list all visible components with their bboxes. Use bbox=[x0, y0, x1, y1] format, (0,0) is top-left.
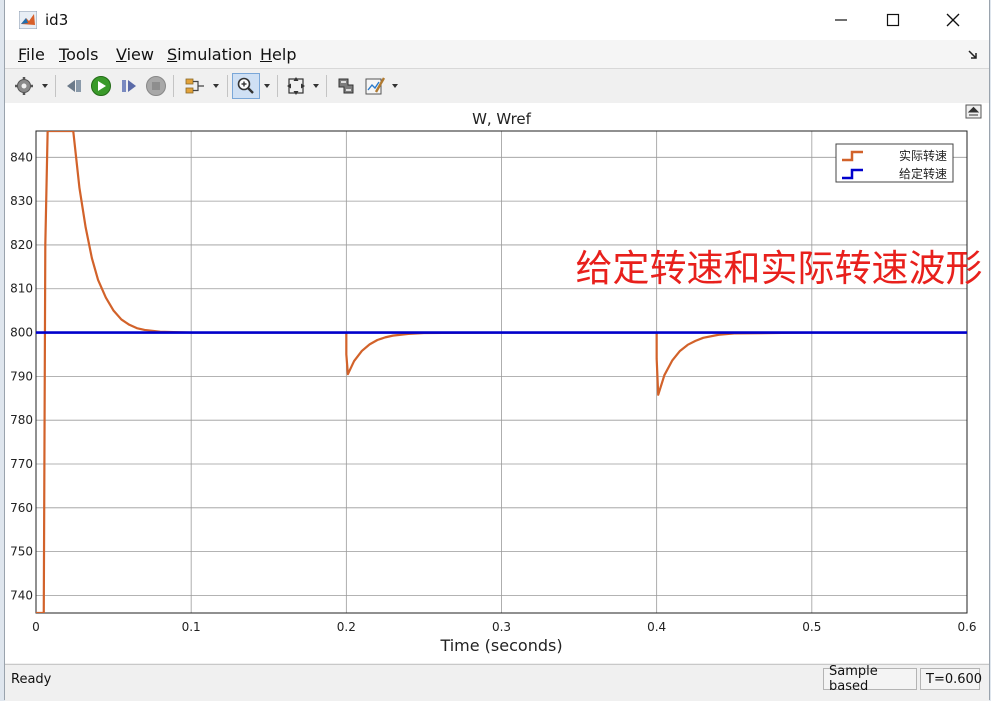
stop-icon bbox=[146, 76, 166, 96]
x-tick-label: 0 bbox=[32, 620, 40, 634]
step-forward-icon bbox=[122, 80, 136, 92]
configuration-icon bbox=[15, 77, 33, 95]
step-back-button[interactable] bbox=[62, 73, 86, 99]
zoom-button[interactable] bbox=[232, 73, 260, 99]
menu-simulation[interactable]: Simulation bbox=[167, 45, 252, 64]
x-axis-label: Time (seconds) bbox=[439, 636, 562, 655]
stop-button[interactable] bbox=[144, 73, 168, 99]
minimize-button[interactable] bbox=[827, 8, 855, 32]
y-tick-label: 770 bbox=[10, 457, 33, 471]
signal-selector-dropdown-icon[interactable] bbox=[213, 84, 219, 88]
chart-title: W, Wref bbox=[472, 110, 532, 128]
highlight-block-button[interactable] bbox=[333, 73, 359, 99]
legend-label-actual-speed: 实际转速 bbox=[899, 148, 947, 163]
status-ready: Ready bbox=[11, 672, 52, 687]
style-icon bbox=[365, 77, 386, 95]
title-bar: id3 bbox=[5, 0, 989, 40]
y-tick-label: 810 bbox=[10, 282, 33, 296]
x-tick-label: 0.4 bbox=[647, 620, 666, 634]
run-icon bbox=[91, 76, 111, 96]
style-dropdown-icon[interactable] bbox=[392, 84, 398, 88]
zoom-icon bbox=[237, 77, 254, 94]
y-tick-label: 820 bbox=[10, 238, 33, 252]
plot-area: 0 0.1 0.2 0.3 0.4 0.5 0.6 740 750 760 770 780 790 800… bbox=[5, 103, 989, 663]
autoscale-icon bbox=[287, 77, 305, 95]
toolbar-separator bbox=[173, 75, 174, 97]
scope-window: id3 File Tools View Simulation Help 0 0.… bbox=[4, 0, 990, 701]
menu-bar: File Tools View Simulation Help bbox=[5, 40, 989, 68]
menu-view[interactable]: View bbox=[116, 45, 154, 64]
y-tick-label: 840 bbox=[10, 150, 33, 164]
y-tick-label: 740 bbox=[10, 588, 33, 602]
signal-selector-icon bbox=[185, 78, 204, 94]
legend-label-reference-speed: 给定转速 bbox=[899, 166, 947, 181]
x-tick-label: 0.2 bbox=[337, 620, 356, 634]
minimize-icon bbox=[835, 19, 847, 21]
style-button[interactable] bbox=[362, 73, 388, 99]
toolbar-separator bbox=[227, 75, 228, 97]
y-tick-label: 800 bbox=[10, 326, 33, 340]
maximize-button[interactable] bbox=[879, 8, 907, 32]
menu-tools[interactable]: Tools bbox=[59, 45, 98, 64]
close-icon bbox=[946, 13, 960, 27]
menu-file[interactable]: File bbox=[18, 45, 45, 64]
toolbar-separator bbox=[277, 75, 278, 97]
y-tick-label: 790 bbox=[10, 369, 33, 383]
y-tick-label: 750 bbox=[10, 545, 33, 559]
signal-selector-button[interactable] bbox=[181, 73, 209, 99]
undock-button[interactable] bbox=[965, 104, 982, 119]
y-tick-label: 780 bbox=[10, 413, 33, 427]
legend: 实际转速 给定转速 bbox=[835, 143, 954, 183]
window-title: id3 bbox=[45, 11, 69, 29]
run-button[interactable] bbox=[89, 73, 113, 99]
step-forward-button[interactable] bbox=[117, 73, 141, 99]
zoom-dropdown-icon[interactable] bbox=[264, 84, 270, 88]
toolbar-separator bbox=[326, 75, 327, 97]
toolbar bbox=[5, 68, 989, 104]
y-tick-label: 830 bbox=[10, 194, 33, 208]
scope-chart[interactable]: 0 0.1 0.2 0.3 0.4 0.5 0.6 740 750 760 770 780 790 800… bbox=[5, 103, 989, 663]
dock-arrow-icon[interactable] bbox=[967, 49, 979, 61]
close-button[interactable] bbox=[939, 8, 967, 32]
x-tick-label: 0.3 bbox=[492, 620, 511, 634]
x-tick-label: 0.6 bbox=[957, 620, 976, 634]
x-tick-label: 0.5 bbox=[802, 620, 821, 634]
step-back-icon bbox=[67, 80, 81, 92]
status-sample-mode: Sample based bbox=[823, 664, 917, 694]
maximize-icon bbox=[886, 13, 900, 27]
status-time: T=0.600 bbox=[920, 668, 982, 690]
y-tick-label: 760 bbox=[10, 501, 33, 515]
highlight-block-icon bbox=[338, 78, 354, 94]
configuration-button[interactable] bbox=[11, 73, 37, 99]
menu-help[interactable]: Help bbox=[260, 45, 296, 64]
toolbar-separator bbox=[55, 75, 56, 97]
annotation-text: 给定转速和实际转速波形 bbox=[576, 247, 983, 290]
status-bar: Ready Sample based T=0.600 bbox=[5, 664, 989, 701]
x-tick-label: 0.1 bbox=[182, 620, 201, 634]
autoscale-dropdown-icon[interactable] bbox=[313, 84, 319, 88]
configuration-dropdown-icon[interactable] bbox=[42, 84, 48, 88]
autoscale-button[interactable] bbox=[283, 73, 309, 99]
matlab-logo-icon bbox=[19, 11, 37, 29]
